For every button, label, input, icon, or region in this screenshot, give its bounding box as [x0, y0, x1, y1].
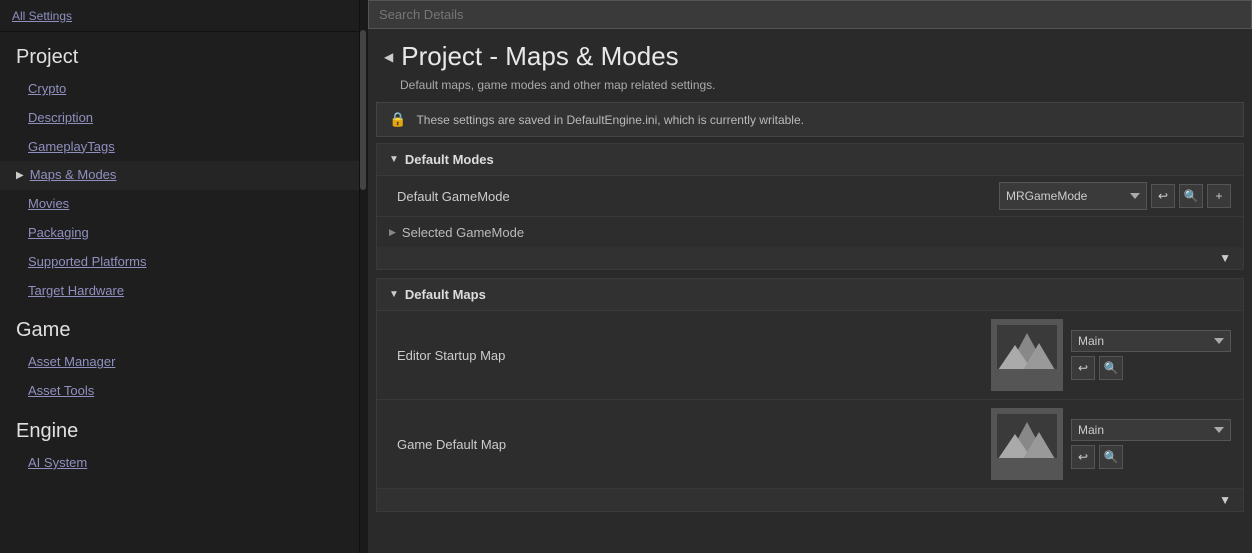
default-gamemode-row: Default GameMode MRGameMode ↩ 🔍 +	[377, 176, 1243, 217]
editor-startup-map-row: Editor Startup Map	[377, 311, 1243, 400]
search-input[interactable]	[368, 0, 1252, 29]
sidebar-item-crypto[interactable]: Crypto	[0, 75, 359, 104]
editor-startup-map-dropdown[interactable]: Main	[1071, 330, 1231, 352]
editor-startup-map-thumbnail	[991, 319, 1063, 391]
game-default-map-controls: Main ↩ 🔍	[1071, 419, 1231, 469]
page-title-arrow-icon: ◀	[384, 50, 393, 64]
game-default-map-row: Game Default Map	[377, 400, 1243, 489]
selected-gamemode-label: Selected GameMode	[402, 225, 524, 240]
editor-map-search-button[interactable]: 🔍	[1099, 356, 1123, 380]
search-icon: 🔍	[1104, 361, 1119, 375]
search-icon: 🔍	[1104, 450, 1119, 464]
main-content: ◀ Project - Maps & Modes Default maps, g…	[368, 0, 1252, 553]
page-title-row: ◀ Project - Maps & Modes	[368, 29, 1252, 76]
plus-icon: +	[1215, 189, 1222, 203]
search-icon: 🔍	[1184, 189, 1199, 203]
reset-icon: ↩	[1158, 189, 1168, 203]
sidebar-item-asset-manager[interactable]: Asset Manager	[0, 348, 359, 377]
default-maps-arrow-icon: ▼	[389, 289, 399, 300]
sidebar-item-target-hardware[interactable]: Target Hardware	[0, 277, 359, 306]
content-area: ▼ Default Modes Default GameMode MRGameM…	[368, 143, 1252, 553]
project-section-header: Project	[0, 32, 359, 75]
editor-map-dropdown-row: Main	[1071, 330, 1231, 352]
editor-startup-map-controls: Main ↩ 🔍	[1071, 330, 1231, 380]
info-text: These settings are saved in DefaultEngin…	[416, 113, 804, 127]
game-default-map-dropdown[interactable]: Main	[1071, 419, 1231, 441]
editor-map-icon-row: ↩ 🔍	[1071, 356, 1123, 380]
sidebar-item-ai-system[interactable]: AI System	[0, 449, 359, 478]
gamemode-dropdown[interactable]: MRGameMode	[999, 182, 1147, 210]
gamemode-add-button[interactable]: +	[1207, 184, 1231, 208]
game-default-map-thumbnail	[991, 408, 1063, 480]
default-maps-title-row[interactable]: ▼ Default Maps	[377, 279, 1243, 311]
lock-icon: 🔒	[389, 111, 406, 128]
game-map-reset-button[interactable]: ↩	[1071, 445, 1095, 469]
default-gamemode-controls: MRGameMode ↩ 🔍 +	[999, 182, 1231, 210]
arrow-right-icon: ▶	[16, 168, 24, 184]
default-modes-section: ▼ Default Modes Default GameMode MRGameM…	[376, 143, 1244, 270]
page-title: Project - Maps & Modes	[401, 41, 678, 72]
default-modes-title: Default Modes	[405, 152, 494, 167]
sidebar-item-supported-platforms[interactable]: Supported Platforms	[0, 248, 359, 277]
game-section-header: Game	[0, 305, 359, 348]
expand-arrow-icon: ▶	[389, 227, 396, 238]
default-maps-section: ▼ Default Maps Editor Startup Map	[376, 278, 1244, 512]
engine-section-header: Engine	[0, 406, 359, 449]
game-map-dropdown-row: Main	[1071, 419, 1231, 441]
maps-collapse-row: ▼	[377, 489, 1243, 511]
maps-collapse-icon: ▼	[1219, 493, 1231, 507]
all-settings-link[interactable]: All Settings	[12, 9, 72, 23]
collapse-icon: ▼	[1219, 251, 1231, 265]
info-bar: 🔒 These settings are saved in DefaultEng…	[376, 102, 1244, 137]
sidebar-item-packaging[interactable]: Packaging	[0, 219, 359, 248]
scrollbar-track	[360, 0, 368, 553]
page-subtitle: Default maps, game modes and other map r…	[368, 76, 1252, 102]
collapse-row: ▼	[377, 247, 1243, 269]
sidebar-item-asset-tools[interactable]: Asset Tools	[0, 377, 359, 406]
sidebar-top-bar: All Settings	[0, 0, 359, 32]
sidebar: All Settings Project Crypto Description …	[0, 0, 360, 553]
default-modes-arrow-icon: ▼	[389, 154, 399, 165]
reset-icon: ↩	[1078, 450, 1088, 464]
sidebar-item-maps-modes[interactable]: ▶ Maps & Modes	[0, 161, 359, 190]
game-map-icon-row: ↩ 🔍	[1071, 445, 1123, 469]
default-modes-title-row[interactable]: ▼ Default Modes	[377, 144, 1243, 176]
sidebar-item-gameplaytags[interactable]: GameplayTags	[0, 133, 359, 162]
scrollbar-thumb[interactable]	[360, 30, 366, 190]
editor-startup-map-label: Editor Startup Map	[389, 348, 991, 363]
default-gamemode-label: Default GameMode	[389, 189, 999, 204]
game-default-map-label: Game Default Map	[389, 437, 991, 452]
gamemode-search-button[interactable]: 🔍	[1179, 184, 1203, 208]
game-map-search-button[interactable]: 🔍	[1099, 445, 1123, 469]
editor-map-reset-button[interactable]: ↩	[1071, 356, 1095, 380]
gamemode-reset-button[interactable]: ↩	[1151, 184, 1175, 208]
default-maps-title: Default Maps	[405, 287, 486, 302]
reset-icon: ↩	[1078, 361, 1088, 375]
sidebar-item-movies[interactable]: Movies	[0, 190, 359, 219]
selected-gamemode-row[interactable]: ▶ Selected GameMode	[377, 217, 1243, 247]
sidebar-item-description[interactable]: Description	[0, 104, 359, 133]
